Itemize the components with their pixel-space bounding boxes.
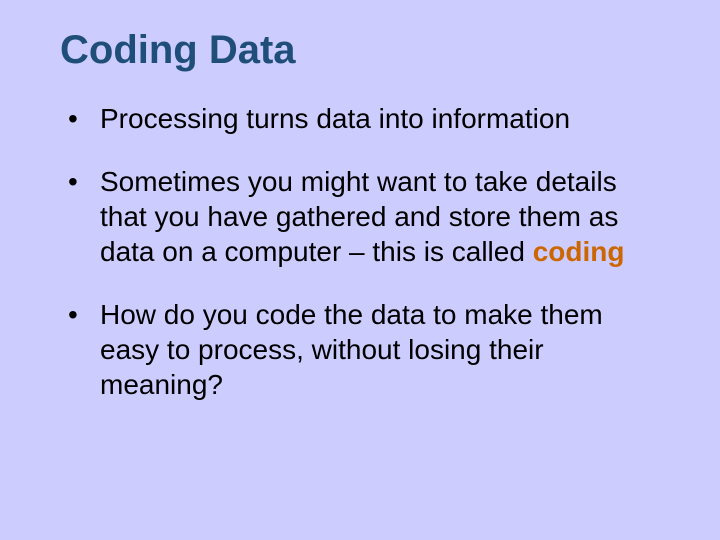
bullet-item: How do you code the data to make them ea… <box>60 297 660 402</box>
bullet-item: Processing turns data into information <box>60 101 660 136</box>
bullet-item: Sometimes you might want to take details… <box>60 164 660 269</box>
bullet-text: How do you code the data to make them ea… <box>100 299 603 400</box>
bullet-text: Processing turns data into information <box>100 103 570 134</box>
slide-title: Coding Data <box>60 28 660 73</box>
keyword-coding: coding <box>533 236 625 267</box>
slide: Coding Data Processing turns data into i… <box>0 0 720 540</box>
bullet-list: Processing turns data into information S… <box>60 101 660 402</box>
